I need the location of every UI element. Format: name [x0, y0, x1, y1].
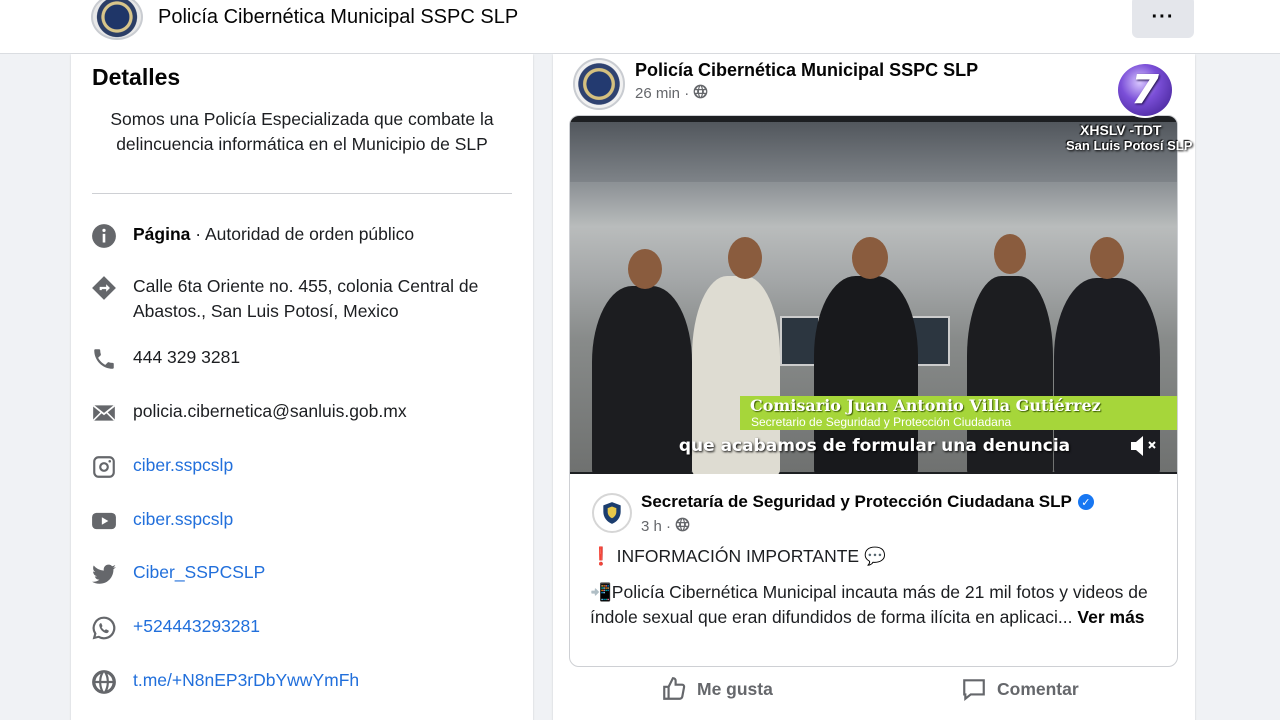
- channel-callsign: XHSLV -TDT: [1080, 122, 1162, 138]
- page-title[interactable]: Policía Cibernética Municipal SSPC SLP: [158, 6, 518, 29]
- globe-icon: [675, 517, 690, 536]
- exclamation-icon: ❗: [590, 546, 612, 566]
- post-actions: Me gusta Comentar: [553, 676, 1195, 712]
- email-icon: [89, 398, 119, 428]
- twitter-link[interactable]: Ciber_SSPCSLP: [133, 559, 265, 585]
- telegram-link[interactable]: t.me/+N8nEP3rDbYwwYmFh: [133, 667, 359, 693]
- thumbs-up-icon: [663, 677, 686, 700]
- video-subtitle: que acabamos de formular una denuncia: [678, 436, 1071, 456]
- globe-icon: [89, 667, 119, 697]
- shared-post[interactable]: Comisario Juan Antonio Villa Gutiérrez S…: [569, 115, 1178, 667]
- mute-icon[interactable]: [1128, 432, 1160, 460]
- shared-author-name[interactable]: Secretaría de Seguridad y Protección Ciu…: [641, 492, 1094, 512]
- more-options-button[interactable]: ···: [1132, 0, 1194, 38]
- shared-timestamp[interactable]: 3 h ·: [641, 518, 671, 535]
- twitter-icon: [89, 559, 119, 589]
- comment-label[interactable]: Comentar: [997, 679, 1079, 700]
- info-address: Calle 6ta Oriente no. 455, colonia Centr…: [89, 273, 519, 323]
- youtube-icon: [89, 506, 119, 536]
- post-author-avatar[interactable]: [573, 58, 625, 110]
- post-timestamp[interactable]: 26 min ·: [635, 85, 689, 102]
- commissioner-head: [852, 237, 888, 279]
- lower-third-name: Comisario Juan Antonio Villa Gutiérrez: [750, 396, 1101, 415]
- info-website: t.me/+N8nEP3rDbYwwYmFh: [89, 667, 519, 697]
- info-email: policia.cibernetica@sanluis.gob.mx: [89, 398, 519, 428]
- see-more-link[interactable]: Ver más: [1077, 607, 1144, 627]
- whatsapp-icon: [89, 613, 119, 643]
- address-text: Calle 6ta Oriente no. 455, colonia Centr…: [133, 276, 479, 321]
- shared-author-avatar[interactable]: [592, 493, 632, 533]
- email-text: policia.cibernetica@sanluis.gob.mx: [133, 401, 407, 421]
- info-category: Página · Autoridad de orden público: [89, 221, 519, 251]
- info-twitter: Ciber_SSPCSLP: [89, 559, 519, 589]
- info-instagram: ciber.sspcslp: [89, 452, 519, 482]
- instagram-link[interactable]: ciber.sspcslp: [133, 452, 233, 478]
- page-header: Policía Cibernética Municipal SSPC SLP ·…: [0, 0, 1280, 54]
- headline-text: INFORMACIÓN IMPORTANTE: [616, 546, 860, 566]
- official-head: [728, 237, 762, 279]
- details-heading: Detalles: [92, 64, 181, 90]
- officer-head: [628, 249, 662, 289]
- speech-bubble-icon: 💬: [863, 546, 886, 566]
- category-label: Página: [133, 224, 191, 244]
- officer-head: [994, 234, 1026, 274]
- directions-icon: [89, 273, 119, 303]
- channel-logo: 7: [1116, 62, 1174, 118]
- comment-icon: [963, 679, 985, 702]
- phone-arrow-icon: 📲: [590, 582, 612, 602]
- phone-text: 444 329 3281: [133, 347, 241, 367]
- verified-badge-icon: ✓: [1077, 494, 1094, 510]
- phone-icon: [89, 344, 119, 374]
- details-card: Detalles Somos una Policía Especializada…: [71, 54, 533, 720]
- like-label[interactable]: Me gusta: [697, 679, 773, 700]
- page-description: Somos una Policía Especializada que comb…: [110, 109, 494, 154]
- channel-city: San Luis Potosí SLP: [1066, 138, 1193, 153]
- page-avatar[interactable]: [91, 0, 143, 40]
- shared-author-label[interactable]: Secretaría de Seguridad y Protección Ciu…: [641, 492, 1072, 512]
- shared-headline: ❗ INFORMACIÓN IMPORTANTE 💬: [590, 546, 886, 567]
- officer-head: [1090, 237, 1124, 279]
- like-button[interactable]: Me gusta: [661, 676, 773, 702]
- info-youtube: ciber.sspcslp: [89, 506, 519, 536]
- divider: [92, 193, 512, 194]
- shared-meta: 3 h ·: [641, 517, 690, 536]
- comment-button[interactable]: Comentar: [961, 676, 1079, 702]
- info-icon: [89, 221, 119, 251]
- globe-icon: [693, 84, 708, 103]
- shared-body-text: Policía Cibernética Municipal incauta má…: [590, 582, 1148, 627]
- video-player[interactable]: Comisario Juan Antonio Villa Gutiérrez S…: [570, 116, 1177, 474]
- shared-body: 📲Policía Cibernética Municipal incauta m…: [590, 580, 1165, 629]
- post-card: Policía Cibernética Municipal SSPC SLP 2…: [553, 54, 1195, 720]
- instagram-icon: [89, 452, 119, 482]
- post-meta: 26 min ·: [635, 84, 708, 103]
- whatsapp-link[interactable]: +524443293281: [133, 613, 260, 639]
- info-phone: 444 329 3281: [89, 344, 519, 374]
- youtube-link[interactable]: ciber.sspcslp: [133, 506, 233, 532]
- category-value: · Autoridad de orden público: [190, 224, 415, 244]
- shield-icon: [603, 502, 621, 524]
- info-whatsapp: +524443293281: [89, 613, 519, 643]
- lower-third-role: Secretario de Seguridad y Protección Ciu…: [751, 415, 1012, 429]
- post-author-name[interactable]: Policía Cibernética Municipal SSPC SLP: [635, 60, 978, 81]
